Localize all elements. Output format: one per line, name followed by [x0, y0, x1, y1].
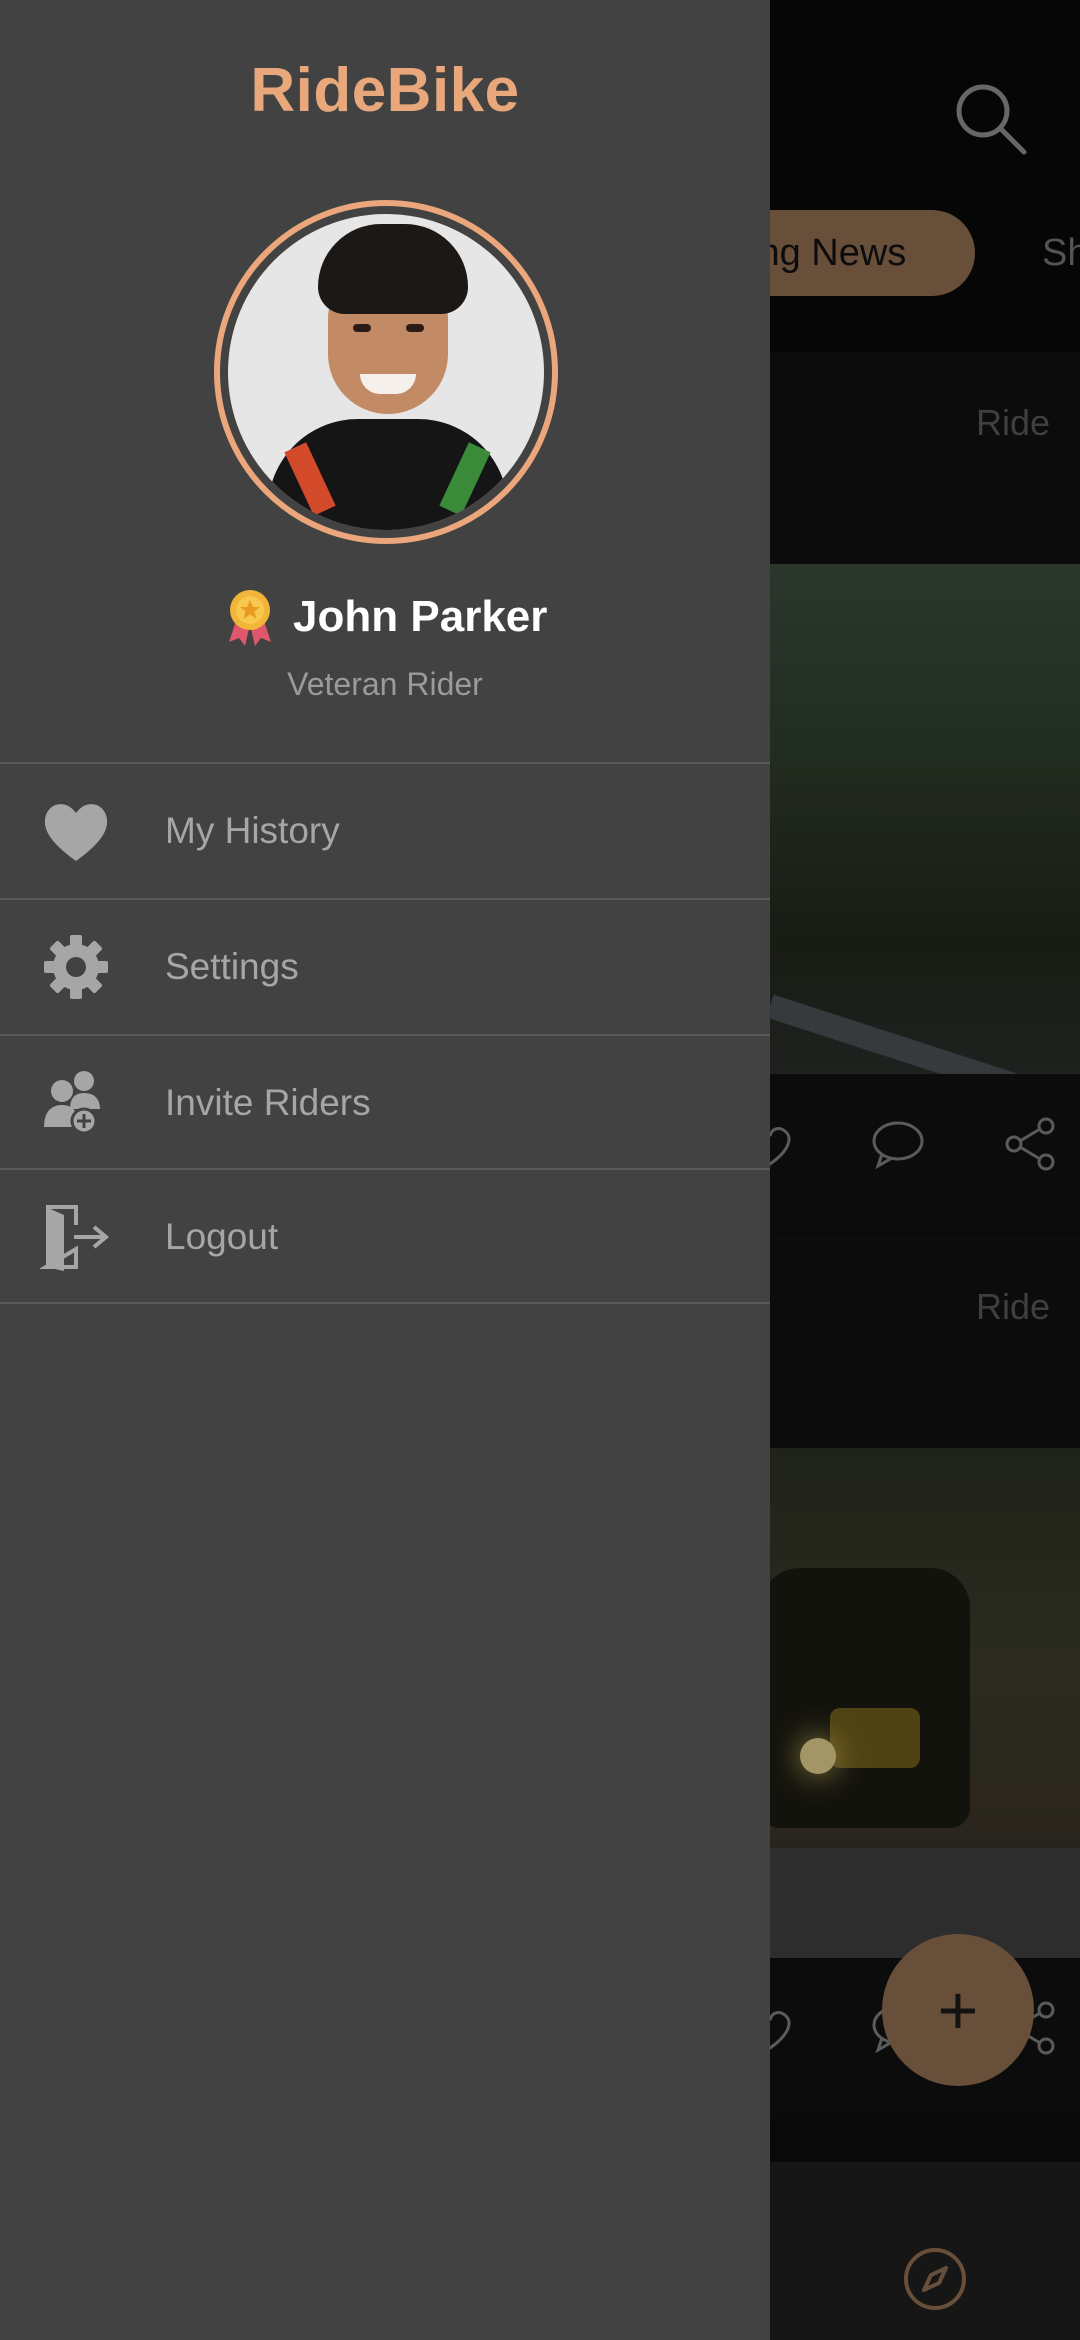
menu-item-settings[interactable]: Settings: [0, 900, 770, 1034]
logout-icon: [40, 1205, 110, 1271]
app-title: RideBike: [250, 56, 520, 125]
heart-icon: [44, 804, 108, 861]
avatar[interactable]: [228, 214, 544, 530]
menu-item-logout[interactable]: Logout: [0, 1170, 770, 1304]
menu-item-label: Logout: [165, 1216, 279, 1257]
user-name-row: John Parker: [0, 588, 770, 646]
menu-item-label: My History: [165, 810, 340, 851]
menu-item-label: Invite Riders: [165, 1082, 371, 1123]
invite-users-icon: [44, 1071, 100, 1135]
menu-item-my-history[interactable]: My History: [0, 764, 770, 898]
scrim-overlay[interactable]: [770, 0, 1080, 2340]
medal-icon: [228, 590, 271, 646]
user-name: John Parker: [293, 592, 548, 641]
divider: [0, 1302, 770, 1304]
gear-icon: [44, 935, 108, 999]
menu-item-invite-riders[interactable]: Invite Riders: [0, 1036, 770, 1170]
navigation-drawer: RideBike John Parker Veteran Rider My Hi…: [0, 0, 770, 2340]
menu-item-label: Settings: [165, 946, 299, 987]
user-role: Veteran Rider: [287, 666, 483, 702]
